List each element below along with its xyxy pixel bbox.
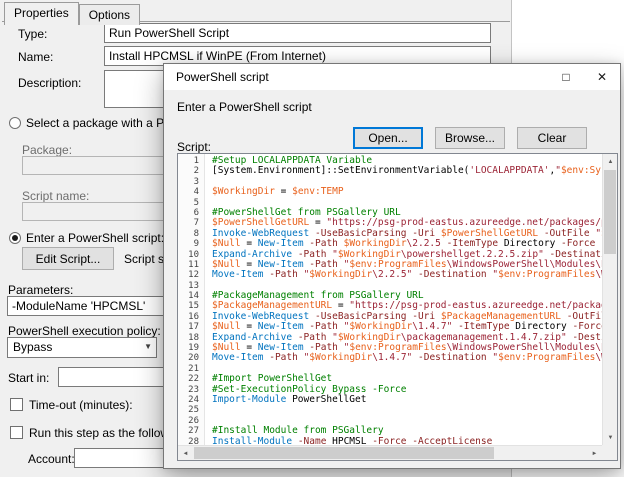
line-number: 8	[178, 229, 199, 239]
vertical-scrollbar[interactable]: ▲ ▼	[602, 154, 617, 445]
line-number: 18	[178, 333, 199, 343]
line-number: 17	[178, 322, 199, 332]
arrow-left-icon: ◄	[183, 451, 189, 457]
line-number: 5	[178, 198, 199, 208]
line-number: 11	[178, 260, 199, 270]
line-number: 3	[178, 177, 199, 187]
line-number: 26	[178, 416, 199, 426]
vertical-scroll-thumb[interactable]	[604, 170, 616, 254]
tab-strip: Properties Options	[4, 2, 140, 25]
arrow-up-icon: ▲	[608, 159, 614, 165]
edit-script-button[interactable]: Edit Script...	[22, 247, 114, 270]
code-lines[interactable]: #Setup LOCALAPPDATA Variable[System.Envi…	[206, 154, 602, 445]
line-number: 21	[178, 364, 199, 374]
screen: Properties Options Type: Name: Descripti…	[0, 0, 624, 477]
line-number-gutter: 1234567891011121314151617181920212223242…	[178, 154, 205, 445]
tab-options[interactable]: Options	[79, 4, 140, 25]
script-label: Script:	[177, 140, 211, 154]
line-number: 23	[178, 385, 199, 395]
line-number: 25	[178, 405, 199, 415]
code-line: $WorkingDir = $env:TEMP	[212, 187, 602, 197]
script-editor[interactable]: 1234567891011121314151617181920212223242…	[177, 153, 618, 461]
scroll-down-button[interactable]: ▼	[603, 430, 618, 445]
open-button[interactable]: Open...	[353, 127, 423, 149]
line-number: 2	[178, 166, 199, 176]
line-number: 9	[178, 239, 199, 249]
code-line: [System.Environment]::SetEnvironmentVari…	[212, 166, 602, 176]
line-number: 13	[178, 281, 199, 291]
line-number: 12	[178, 270, 199, 280]
line-number: 20	[178, 353, 199, 363]
line-number: 7	[178, 218, 199, 228]
line-number: 16	[178, 312, 199, 322]
close-icon: ✕	[597, 70, 607, 84]
script-subtitle: Enter a PowerShell script	[177, 100, 312, 114]
type-label: Type:	[18, 27, 47, 41]
line-number: 22	[178, 374, 199, 384]
maximize-button[interactable]: □	[548, 64, 584, 90]
line-number: 6	[178, 208, 199, 218]
chevron-down-icon: ▼	[144, 342, 152, 351]
code-line: Install-Module -Name HPCMSL -Force -Acce…	[212, 437, 602, 445]
powershell-script-window: PowerShell script □ ✕ Enter a PowerShell…	[163, 63, 621, 469]
start-in-label: Start in:	[8, 371, 49, 385]
scroll-up-button[interactable]: ▲	[603, 154, 618, 169]
scroll-right-button[interactable]: ►	[587, 446, 602, 461]
run-as-checkbox[interactable]	[10, 426, 23, 439]
line-number: 28	[178, 437, 199, 445]
execution-policy-label: PowerShell execution policy:	[8, 324, 161, 338]
timeout-checkbox[interactable]	[10, 398, 23, 411]
line-number: 19	[178, 343, 199, 353]
parameters-label: Parameters:	[8, 283, 73, 297]
execution-policy-value: Bypass	[13, 340, 52, 354]
window-controls: □ ✕	[548, 64, 620, 90]
clear-button[interactable]: Clear	[517, 127, 587, 149]
horizontal-scroll-thumb[interactable]	[194, 447, 494, 459]
horizontal-scrollbar[interactable]: ◄ ►	[178, 445, 602, 460]
code-line: Move-Item -Path "$WorkingDir\1.4.7" -Des…	[212, 353, 602, 363]
window-titlebar[interactable]: PowerShell script □ ✕	[164, 64, 620, 90]
browse-button[interactable]: Browse...	[435, 127, 505, 149]
select-package-radio[interactable]	[9, 117, 21, 129]
enter-script-radio-label: Enter a PowerShell script:	[26, 231, 164, 245]
line-number: 14	[178, 291, 199, 301]
line-number: 4	[178, 187, 199, 197]
scroll-left-button[interactable]: ◄	[178, 446, 193, 461]
arrow-down-icon: ▼	[608, 435, 614, 441]
code-line	[212, 405, 602, 415]
tab-properties[interactable]: Properties	[4, 2, 79, 25]
description-label: Description:	[18, 76, 81, 90]
code-line: Import-Module PowerShellGet	[212, 395, 602, 405]
account-label: Account:	[28, 452, 75, 466]
script-name-label: Script name:	[22, 189, 89, 203]
execution-policy-select[interactable]: Bypass ▼	[7, 337, 157, 358]
close-button[interactable]: ✕	[584, 64, 620, 90]
line-number: 1	[178, 156, 199, 166]
window-title: PowerShell script	[176, 70, 269, 84]
maximize-icon: □	[562, 70, 569, 84]
line-number: 10	[178, 250, 199, 260]
line-number: 27	[178, 426, 199, 436]
scrollbar-corner	[602, 445, 617, 460]
type-input[interactable]	[104, 23, 491, 43]
enter-script-radio[interactable]	[9, 232, 21, 244]
line-number: 24	[178, 395, 199, 405]
line-number: 15	[178, 301, 199, 311]
arrow-right-icon: ►	[592, 451, 598, 457]
code-line: Move-Item -Path "$WorkingDir\2.2.5" -Des…	[212, 270, 602, 280]
name-label: Name:	[18, 50, 53, 64]
timeout-label: Time-out (minutes):	[29, 398, 133, 412]
package-label: Package:	[22, 143, 72, 157]
